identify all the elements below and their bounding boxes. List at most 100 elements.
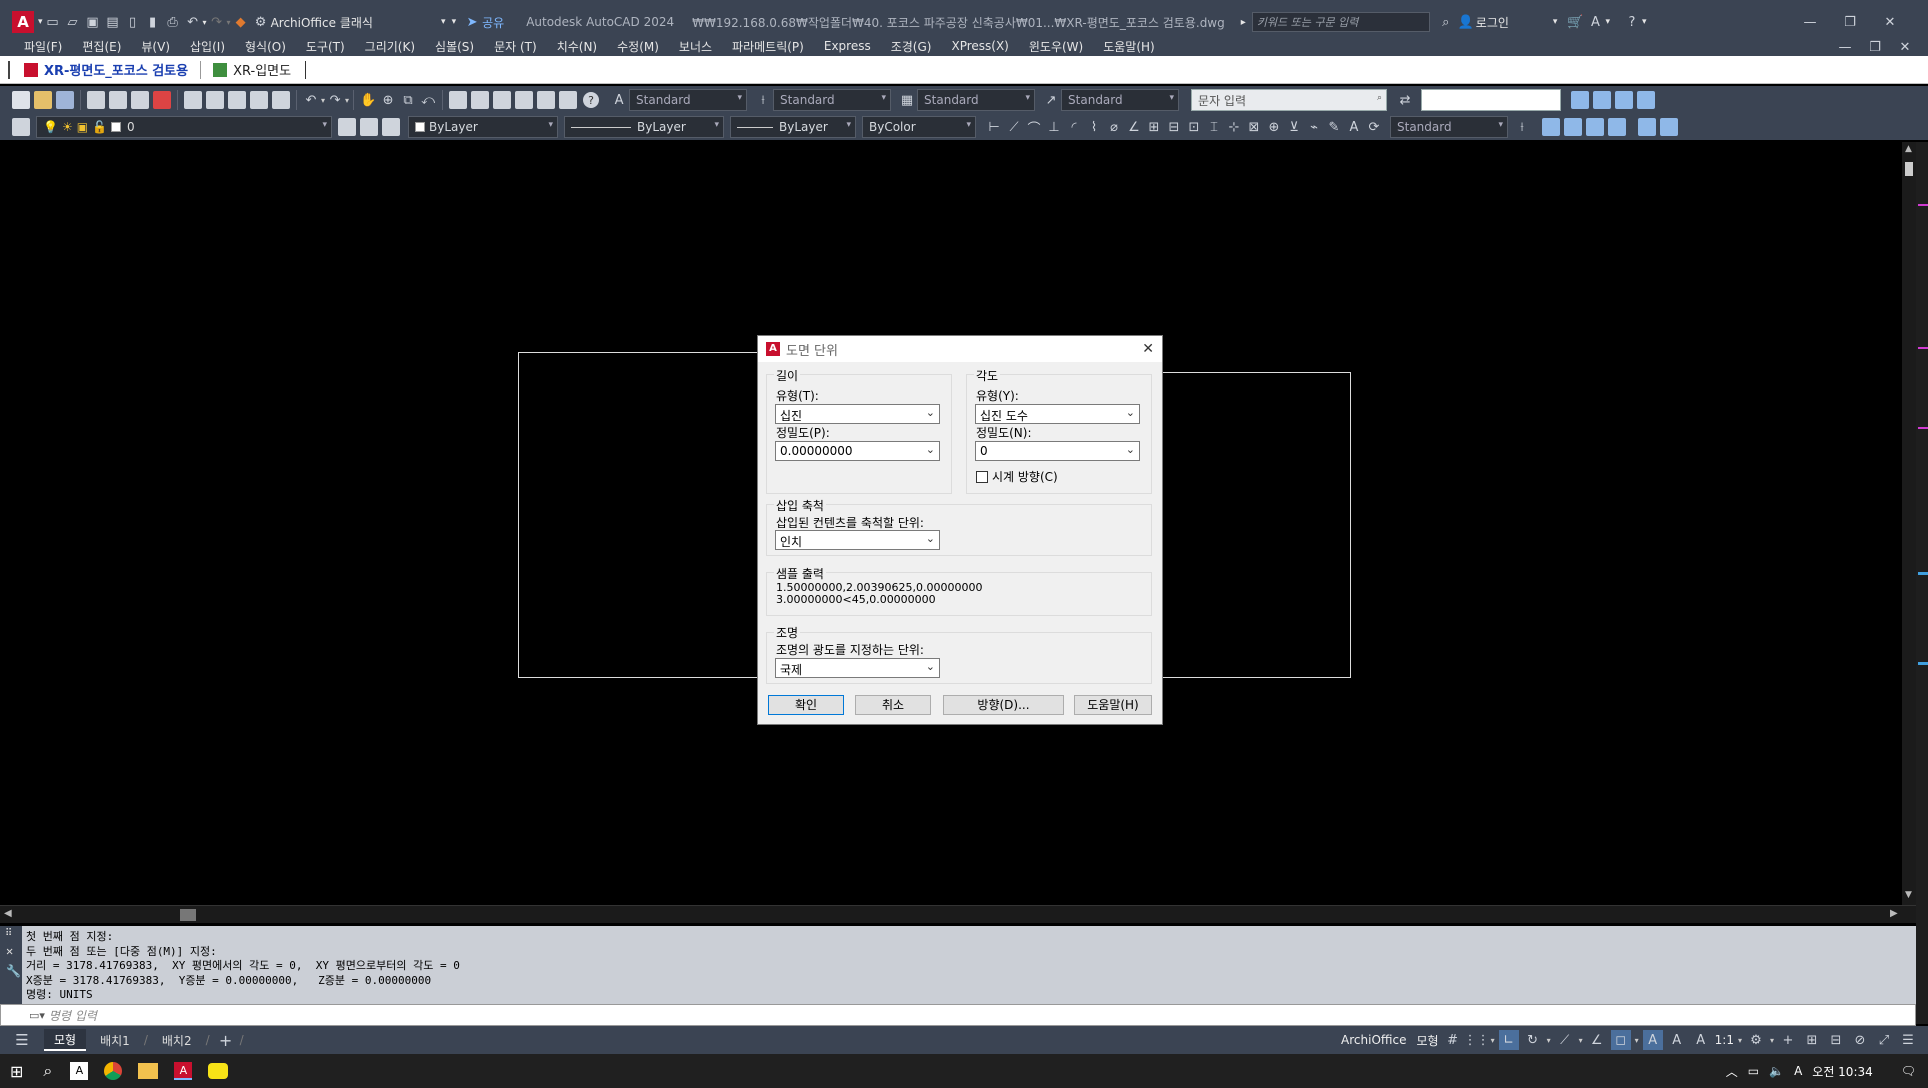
notification-icon[interactable]: 🗨 xyxy=(1901,1064,1916,1078)
match-properties-icon[interactable] xyxy=(250,91,268,109)
fullscreen-icon[interactable]: ⤢ xyxy=(1874,1030,1894,1050)
new-file-icon[interactable]: ▭ xyxy=(43,12,63,32)
menu-item[interactable]: 도구(T) xyxy=(296,38,355,55)
object-snap-tracking-icon[interactable]: ∠ xyxy=(1587,1030,1607,1050)
customize-wrench-icon[interactable]: 🔧 xyxy=(6,964,21,978)
color-select[interactable]: ByLayer ▾ xyxy=(408,116,558,138)
menu-item[interactable]: 파일(F) xyxy=(14,38,72,55)
dim-angular-icon[interactable]: ∠ xyxy=(1124,117,1144,137)
properties-icon[interactable] xyxy=(449,91,468,109)
paste-icon[interactable] xyxy=(228,91,246,109)
menu-item[interactable]: 심볼(S) xyxy=(425,38,484,55)
tray-chevron-icon[interactable]: ︿ xyxy=(1726,1063,1738,1080)
doc-restore-icon[interactable]: ❐ xyxy=(1860,37,1890,57)
dialog-title-bar[interactable]: A 도면 단위 ✕ xyxy=(758,336,1162,362)
clockwise-checkbox-row[interactable]: 시계 방향(C) xyxy=(976,468,1058,485)
draw-order-2-icon[interactable] xyxy=(1564,118,1582,136)
insert-scale-select[interactable]: 인치 ⌄ xyxy=(775,530,940,550)
command-line[interactable]: ▭▾ 명령 입력 xyxy=(0,1004,1916,1026)
autocad-logo-icon[interactable]: A xyxy=(12,11,34,33)
clockwise-checkbox[interactable] xyxy=(976,470,988,483)
close-window-icon[interactable]: ✕ xyxy=(1870,12,1910,32)
grip-icon[interactable]: ⠿ xyxy=(5,928,12,939)
menu-item[interactable]: 조경(G) xyxy=(881,38,942,55)
horizontal-scrollbar[interactable]: ◀ ▶ xyxy=(0,905,1916,923)
publish-icon[interactable] xyxy=(131,91,149,109)
scroll-up-icon[interactable]: ▲ xyxy=(1905,144,1912,154)
menu-item[interactable]: 삽입(I) xyxy=(180,38,235,55)
3d-dwf-icon[interactable] xyxy=(153,91,171,109)
dim-space-icon[interactable]: ⌶ xyxy=(1204,117,1224,137)
menu-item[interactable]: 파라메트릭(P) xyxy=(722,38,814,55)
inspect-icon[interactable]: ⊻ xyxy=(1284,117,1304,137)
menu-item[interactable]: XPress(X) xyxy=(941,39,1018,53)
plot-icon[interactable] xyxy=(87,91,105,109)
text-find-icon[interactable]: ⇄ xyxy=(1395,90,1415,110)
pan-icon[interactable]: ✋ xyxy=(358,90,378,110)
sheet-set-icon[interactable] xyxy=(515,91,534,109)
dim-diameter-icon[interactable]: ⌀ xyxy=(1104,117,1124,137)
save-as-icon[interactable]: ▤ xyxy=(103,12,123,32)
menu-item[interactable]: 보너스 xyxy=(669,38,722,55)
tool-palettes-icon[interactable] xyxy=(493,91,512,109)
doc-tab-xr-plan[interactable]: XR-평면도_포코스 검토용 xyxy=(18,58,194,82)
dim-continue-icon[interactable]: ⊡ xyxy=(1184,117,1204,137)
make-current-layer-icon[interactable] xyxy=(338,118,356,136)
dim-aligned-icon[interactable]: ⟋ xyxy=(1004,117,1024,137)
dim-update-icon[interactable]: ⟳ xyxy=(1364,117,1384,137)
qa-customize-icon[interactable]: ▾ xyxy=(452,17,457,27)
dim-arc-icon[interactable]: ⌒ xyxy=(1024,117,1044,137)
direction-button[interactable]: 방향(D)... xyxy=(943,695,1064,715)
draw-order-1-icon[interactable] xyxy=(1542,118,1560,136)
model-space-button[interactable]: 모형 xyxy=(1417,1032,1439,1049)
menu-item[interactable]: Express xyxy=(814,39,881,53)
isodraft-icon[interactable]: ⟋ xyxy=(1555,1030,1575,1050)
hamburger-menu-icon[interactable]: ☰ xyxy=(12,1030,32,1050)
redo-icon[interactable]: ↷ xyxy=(325,90,345,110)
lighting-units-select[interactable]: 국제 ⌄ xyxy=(775,658,940,678)
open-icon[interactable] xyxy=(34,91,52,109)
new-icon[interactable] xyxy=(12,91,30,109)
scroll-left-icon[interactable]: ◀ xyxy=(4,908,12,919)
doc-tab-xr-elevation[interactable]: XR-입면도 xyxy=(207,58,297,82)
tab-model[interactable]: 모형 xyxy=(44,1029,87,1051)
markup-icon[interactable] xyxy=(537,91,556,109)
design-center-icon[interactable] xyxy=(471,91,490,109)
windows-start-icon[interactable]: ⊞ xyxy=(10,1062,23,1081)
dim-style-select[interactable]: Standard ▾ xyxy=(773,89,892,111)
auto-scale-icon[interactable]: A xyxy=(1667,1030,1687,1050)
dim-jogged-icon[interactable]: ⌇ xyxy=(1084,117,1104,137)
open-file-icon[interactable]: ▱ xyxy=(63,12,83,32)
archioffice-icon[interactable]: ◆ xyxy=(231,12,251,32)
plot-preview-icon[interactable] xyxy=(109,91,127,109)
sheet-icon[interactable]: ▯ xyxy=(123,12,143,32)
dim-break-icon[interactable]: ⊹ xyxy=(1224,117,1244,137)
dim-baseline-icon[interactable]: ⊟ xyxy=(1164,117,1184,137)
ortho-mode-icon[interactable]: ∟ xyxy=(1498,1030,1519,1050)
length-precision-select[interactable]: 0.00000000 ⌄ xyxy=(775,441,940,461)
ime-icon[interactable]: A xyxy=(1794,1064,1802,1078)
polar-tracking-icon[interactable]: ↻ xyxy=(1523,1030,1543,1050)
quick-dim-icon[interactable]: ⊞ xyxy=(1144,117,1164,137)
undo-icon[interactable]: ↶ xyxy=(183,12,203,32)
print-icon[interactable]: ⎙ xyxy=(163,12,183,32)
dim-ordinate-icon[interactable]: ⊥ xyxy=(1044,117,1064,137)
text-input-field[interactable]: 문자 입력 ⌕ xyxy=(1191,89,1388,111)
doc-minimize-icon[interactable]: — xyxy=(1830,37,1860,57)
clock[interactable]: 오전 10:34 xyxy=(1812,1063,1872,1080)
publish-icon[interactable]: ▮ xyxy=(143,12,163,32)
share-icon[interactable]: ➤ xyxy=(462,12,482,32)
snap-mode-icon[interactable]: ⋮⋮ xyxy=(1464,1030,1490,1050)
dim-radius-icon[interactable]: ◜ xyxy=(1064,117,1084,137)
mleader-style-icon[interactable]: ↗ xyxy=(1041,90,1061,110)
menu-item[interactable]: 그리기(K) xyxy=(355,38,425,55)
dim-text-edit-icon[interactable]: A xyxy=(1344,117,1364,137)
isolate-objects-icon[interactable]: ⊘ xyxy=(1850,1030,1870,1050)
taskbar-chrome-icon[interactable] xyxy=(104,1062,123,1080)
workspace-switch-gear-icon[interactable]: ⚙ xyxy=(1746,1030,1766,1050)
tolerance-icon[interactable]: ⊠ xyxy=(1244,117,1264,137)
copy-icon[interactable] xyxy=(206,91,224,109)
taskbar-kakaotalk-icon[interactable] xyxy=(208,1063,229,1079)
workspace-gear-icon[interactable]: ⚙ xyxy=(251,12,271,32)
command-prompt-icon[interactable]: ▭▾ xyxy=(29,1009,45,1022)
